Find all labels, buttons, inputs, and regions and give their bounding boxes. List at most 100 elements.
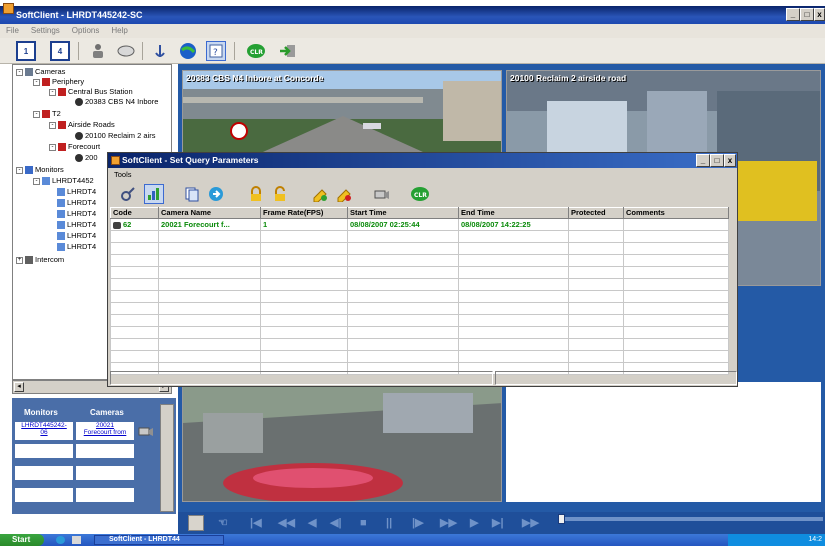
column-header-code[interactable]: Code (110, 207, 159, 219)
menu-options[interactable]: Options (66, 24, 106, 38)
tree-item-monitor[interactable]: LHRDT4 (57, 209, 96, 219)
tree-item-central-bus-station[interactable]: - Central Bus Station (49, 87, 133, 97)
monitor-slot[interactable] (15, 444, 73, 458)
table-row[interactable] (110, 326, 729, 339)
tree-item-monitor[interactable]: LHRDT4 (57, 220, 96, 230)
pause-button[interactable]: || (386, 516, 392, 530)
table-row[interactable] (110, 242, 729, 255)
column-header-frame-rate[interactable]: Frame Rate(FPS) (260, 207, 348, 219)
tree-item-cameras[interactable]: - Cameras (16, 67, 65, 77)
hand-icon[interactable]: ☜ (218, 516, 228, 530)
empty-cell (623, 290, 729, 303)
empty-cell (110, 230, 159, 243)
reverse-play-button[interactable]: ◀ (308, 516, 316, 530)
dialog-titlebar[interactable]: SoftClient - Set Query Parameters (108, 153, 737, 168)
table-row[interactable] (110, 338, 729, 351)
video-tile-cbs[interactable]: 20383 CBS N4 Inbore at Concorde (182, 70, 502, 160)
menu-file[interactable]: File (0, 24, 25, 38)
tree-item-monitor[interactable]: LHRDT4 (57, 187, 96, 197)
chart-icon[interactable] (144, 184, 164, 204)
desktop-icon[interactable] (72, 536, 81, 544)
fast-forward-button[interactable]: ▶▶ (440, 516, 457, 530)
column-header-protected[interactable]: Protected (568, 207, 624, 219)
filter-icon[interactable] (118, 184, 138, 204)
dialog-clear-button[interactable]: CLR (410, 184, 430, 204)
speed-up-button[interactable]: ▶▶ (522, 516, 539, 530)
status-pane (110, 371, 493, 385)
column-header-start-time[interactable]: Start Time (347, 207, 459, 219)
menu-help[interactable]: Help (105, 24, 133, 38)
tree-item-intercom[interactable]: + Intercom (16, 255, 64, 265)
tape-icon[interactable] (116, 41, 136, 61)
tree-item-monitor[interactable]: LHRDT4 (57, 231, 96, 241)
lock-icon[interactable] (246, 184, 266, 204)
go-to-start-button[interactable]: |◀ (250, 516, 262, 530)
tree-item-forecourt[interactable]: - Forecourt (49, 142, 100, 152)
go-to-end-button[interactable]: ▶| (492, 516, 504, 530)
table-row[interactable] (110, 302, 729, 315)
tree-item-camera-20100[interactable]: 20100 Reclaim 2 airs (75, 131, 155, 141)
tree-item-airside-roads[interactable]: - Airside Roads (49, 120, 115, 130)
dialog-menu-tools[interactable]: Tools (110, 169, 132, 180)
unlock-icon[interactable] (270, 184, 290, 204)
table-row[interactable] (110, 254, 729, 267)
globe-icon[interactable] (178, 41, 198, 61)
scroll-left-arrow[interactable]: ◂ (14, 382, 24, 392)
layout-4-button[interactable]: 4 (50, 41, 70, 61)
minimize-button[interactable]: _ (786, 8, 800, 21)
window-titlebar[interactable]: SoftClient - LHRDT445242-SC (0, 6, 825, 24)
users-icon[interactable] (88, 41, 108, 61)
cell-start-time: 08/08/2007 02:25:44 (347, 218, 459, 231)
table-row[interactable] (110, 350, 729, 363)
tree-item-periphery[interactable]: - Periphery (33, 77, 84, 87)
step-forward-button[interactable]: |▶ (412, 516, 424, 530)
snapshot-icon[interactable] (188, 515, 204, 531)
camera-settings-icon[interactable] (372, 184, 392, 204)
empty-cell (458, 254, 569, 267)
playback-slider-track[interactable] (558, 517, 823, 521)
tree-item-monitors[interactable]: - Monitors (16, 165, 64, 175)
monitor-slot[interactable] (15, 488, 73, 502)
empty-cell (260, 350, 348, 363)
table-row[interactable] (110, 314, 729, 327)
monitor-link[interactable]: LHRDT445242- 06 (15, 422, 73, 440)
column-header-end-time[interactable]: End Time (458, 207, 569, 219)
tree-item-t2[interactable]: - T2 (33, 109, 61, 119)
tree-item-lhrdt4452[interactable]: - LHRDT4452 (33, 176, 94, 186)
query-icon[interactable]: ? (206, 41, 226, 61)
tree-item-camera-200[interactable]: 200 (75, 153, 98, 163)
dialog-close-button[interactable]: x (724, 154, 736, 167)
maximize-button[interactable]: □ (800, 8, 814, 21)
play-button[interactable]: ▶ (470, 516, 478, 530)
table-row[interactable]: 62 20021 Forecourt f... 1 08/08/2007 02:… (110, 218, 729, 231)
add-comment-icon[interactable] (310, 184, 330, 204)
step-back-button[interactable]: ◀| (330, 516, 342, 530)
fast-rewind-button[interactable]: ◀◀ (278, 516, 295, 530)
copy-icon[interactable] (182, 184, 202, 204)
exit-icon[interactable] (278, 41, 298, 61)
anchor-icon[interactable] (150, 41, 170, 61)
table-row[interactable] (110, 230, 729, 243)
monitor-slot[interactable] (15, 466, 73, 480)
clear-button[interactable]: CLR (246, 41, 266, 61)
close-button[interactable]: x (814, 8, 825, 21)
tree-item-camera-20383[interactable]: 20383 CBS N4 Inbore (75, 97, 158, 107)
taskbar-task-softclient[interactable]: SoftClient - LHRDT44 (94, 535, 224, 545)
stop-button[interactable]: ■ (360, 516, 367, 530)
tree-item-monitor[interactable]: LHRDT4 (57, 198, 96, 208)
refresh-icon[interactable] (206, 184, 226, 204)
remove-comment-icon[interactable] (334, 184, 354, 204)
column-header-comments[interactable]: Comments (623, 207, 729, 219)
menu-settings[interactable]: Settings (25, 24, 66, 38)
table-row[interactable] (110, 290, 729, 303)
start-button[interactable]: Start (0, 534, 44, 546)
dialog-maximize-button[interactable]: □ (710, 154, 724, 167)
column-header-camera-name[interactable]: Camera Name (158, 207, 261, 219)
table-row[interactable] (110, 278, 729, 291)
table-row[interactable] (110, 266, 729, 279)
browser-icon[interactable] (56, 536, 65, 544)
playback-slider-knob[interactable] (558, 514, 565, 524)
tree-item-monitor[interactable]: LHRDT4 (57, 242, 96, 252)
layout-1-button[interactable]: 1 (16, 41, 36, 61)
dialog-minimize-button[interactable]: _ (696, 154, 710, 167)
